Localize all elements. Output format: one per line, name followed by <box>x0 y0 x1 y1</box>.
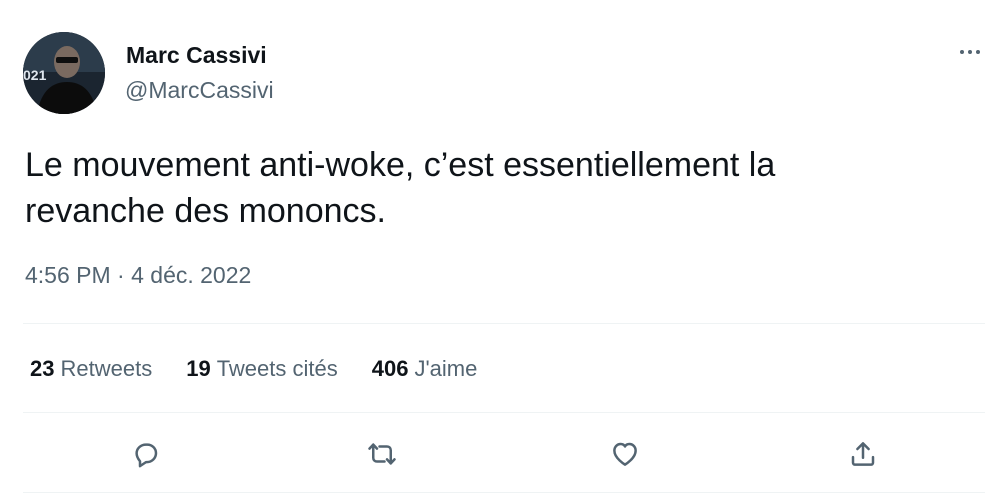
quote-tweets-label: Tweets cités <box>216 356 338 381</box>
tweet-card: 021 Marc Cassivi @MarcCassivi Le mouveme… <box>0 0 1008 498</box>
avatar[interactable]: 021 <box>23 32 105 114</box>
like-button[interactable] <box>603 432 647 476</box>
reply-button[interactable] <box>124 432 168 476</box>
avatar-caption: 021 <box>23 67 47 83</box>
divider <box>23 412 985 413</box>
retweets-label: Retweets <box>60 356 153 381</box>
author-handle[interactable]: @MarcCassivi <box>125 77 274 104</box>
retweets-stat[interactable]: 23 Retweets <box>30 356 152 382</box>
tweet-text: Le mouvement anti-woke, c’est essentiell… <box>25 142 985 234</box>
divider <box>23 323 985 324</box>
likes-count: 406 <box>371 356 409 381</box>
tweet-text-line: revanche des mononcs. <box>25 192 386 230</box>
share-button[interactable] <box>841 432 885 476</box>
retweet-icon <box>368 443 396 465</box>
quote-tweets-stat[interactable]: 19 Tweets cités <box>186 356 338 382</box>
likes-stat[interactable]: 406 J'aime <box>372 356 478 382</box>
more-dot <box>976 50 980 54</box>
author-name[interactable]: Marc Cassivi <box>126 42 267 69</box>
retweets-count: 23 <box>30 356 55 381</box>
reply-icon <box>135 443 158 468</box>
retweet-button[interactable] <box>360 432 404 476</box>
avatar-image: 021 <box>23 32 105 114</box>
heart-icon <box>613 442 637 466</box>
more-options-button[interactable] <box>952 40 988 64</box>
tweet-text-line: Le mouvement anti-woke, c’est essentiell… <box>25 146 776 184</box>
more-horizontal-icon <box>960 50 964 54</box>
more-dot <box>968 50 972 54</box>
divider <box>23 492 985 493</box>
engagement-stats: 23 Retweets 19 Tweets cités 406 J'aime <box>30 356 477 382</box>
tweet-timestamp[interactable]: 4:56 PM · 4 déc. 2022 <box>25 262 251 289</box>
action-bar <box>0 432 1008 476</box>
share-icon <box>851 442 875 466</box>
quote-tweets-count: 19 <box>186 356 211 381</box>
likes-label: J'aime <box>414 356 478 381</box>
